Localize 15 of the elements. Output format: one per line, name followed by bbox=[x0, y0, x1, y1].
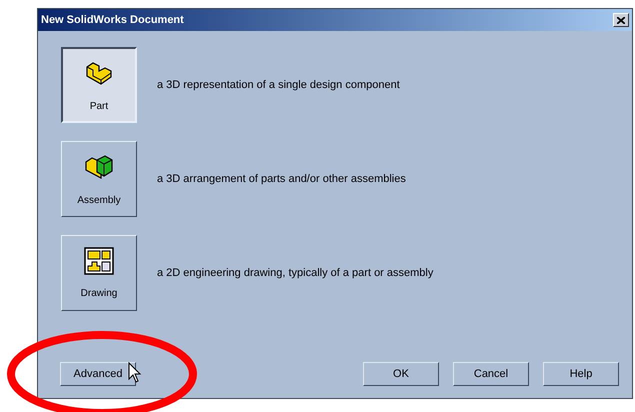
document-type-description: a 3D arrangement of parts and/or other assemblies bbox=[157, 172, 406, 187]
dialog-button[interactable]: OK bbox=[363, 362, 439, 386]
document-type-description: a 3D representation of a single design component bbox=[157, 78, 400, 93]
document-type-button[interactable]: Drawing bbox=[61, 235, 137, 311]
close-icon bbox=[617, 16, 625, 24]
document-type-description: a 2D engineering drawing, typically of a part or assembly bbox=[157, 266, 434, 281]
mouse-pointer-icon bbox=[128, 362, 142, 384]
dialog-button[interactable]: Cancel bbox=[453, 362, 529, 386]
dialog-button[interactable]: Help bbox=[543, 362, 619, 386]
advanced-button[interactable]: Advanced bbox=[60, 362, 136, 386]
drawing-sheet-icon bbox=[83, 246, 115, 276]
document-type-button[interactable]: Assembly bbox=[61, 141, 137, 217]
window-title: New SolidWorks Document bbox=[41, 12, 184, 28]
document-type-button[interactable]: Part bbox=[61, 47, 137, 123]
close-button[interactable] bbox=[613, 13, 629, 27]
